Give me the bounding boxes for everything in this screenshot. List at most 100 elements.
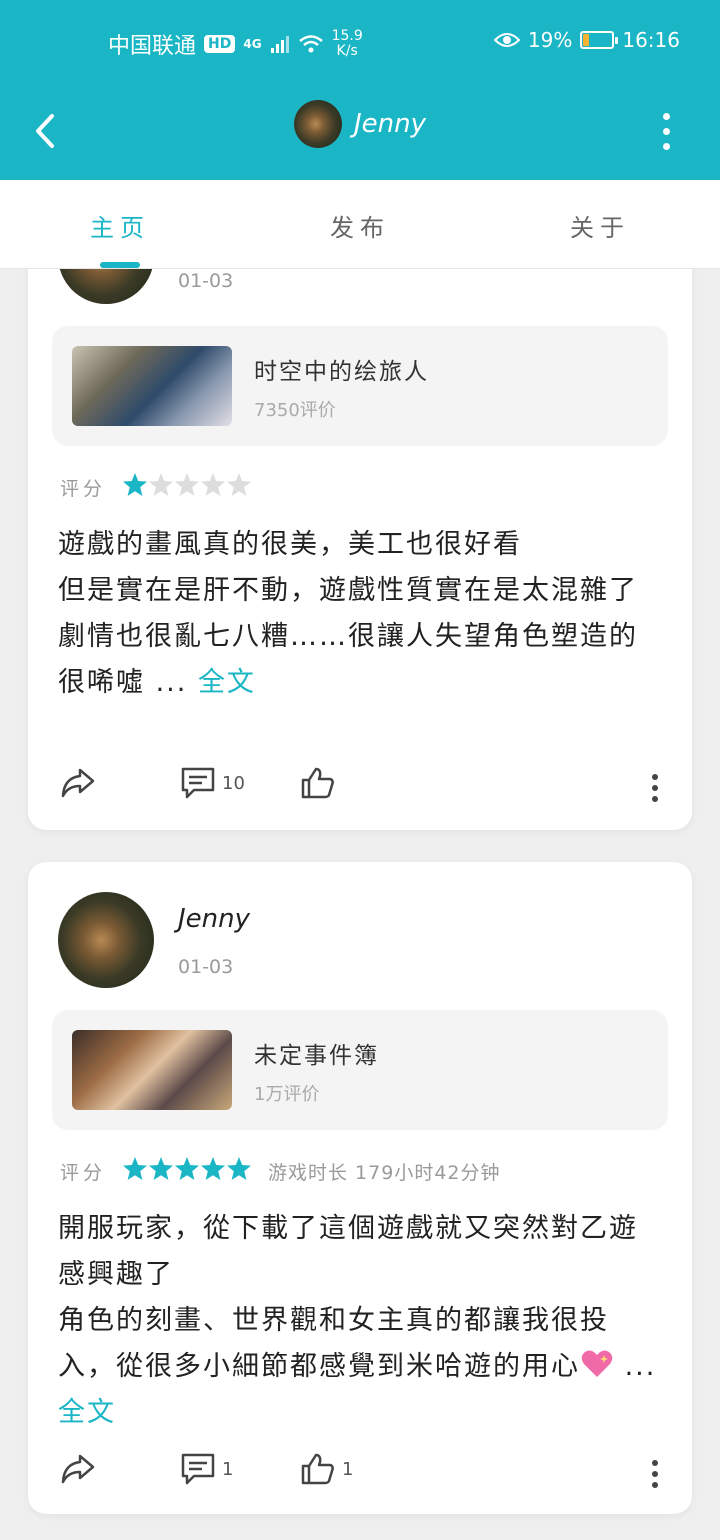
clock: 16:16 (622, 28, 680, 52)
rating-row: 评分 游戏时长 179小时42分钟 (60, 1156, 501, 1187)
review-line-last: 劇情也很亂七八糟……很讓人失望角色塑造的很唏噓 ... 全文 (58, 614, 658, 706)
post-more-button[interactable] (652, 1460, 658, 1488)
dot (652, 785, 658, 791)
status-left: 中国联通 HD 4G 15.9 K/s (108, 28, 363, 60)
signal-icon (270, 36, 289, 53)
profile-tabs: 主页 发布 关于 (0, 180, 720, 269)
tab-posts[interactable]: 发布 (290, 208, 430, 243)
star-filled-icon (123, 473, 148, 496)
star-rating (122, 1156, 252, 1187)
game-cover-image (72, 346, 232, 426)
author-avatar[interactable] (58, 892, 154, 988)
review-card[interactable]: Jenny 01-03 未定事件簿 1万评价 评分 游戏时长 179小时42分钟… (28, 862, 692, 1514)
review-line-text: 角色的刻畫、世界觀和女主真的都讓我很投入，從很多小細節都感覺到米哈遊的用心 (58, 1305, 609, 1382)
dot (652, 1482, 658, 1488)
comment-button[interactable]: 1 (180, 1452, 233, 1486)
share-icon (61, 768, 95, 798)
comment-icon (181, 767, 215, 799)
game-name: 时空中的绘旅人 (254, 359, 429, 385)
chevron-left-icon (36, 114, 54, 148)
review-line: 但是實在是肝不動，遊戲性質實在是太混雜了 (58, 575, 638, 606)
battery-percent: 19% (527, 28, 573, 52)
share-icon (61, 1454, 95, 1484)
dot (652, 796, 658, 802)
game-link[interactable]: 时空中的绘旅人 7350评价 (52, 326, 668, 446)
active-tab-indicator (100, 262, 140, 268)
post-date: 01-03 (178, 956, 234, 978)
status-right: 19% 16:16 (493, 28, 680, 52)
wifi-icon (298, 35, 323, 53)
status-bar: 中国联通 HD 4G 15.9 K/s 19% 16:16 (0, 0, 720, 84)
page-title: Jenny (354, 109, 427, 139)
dot (662, 112, 670, 120)
profile-header[interactable]: Jenny (294, 100, 426, 148)
like-button[interactable]: 1 (300, 1452, 353, 1486)
playtime: 游戏时长 179小时42分钟 (268, 1162, 501, 1184)
read-more-link[interactable]: 全文 (58, 1397, 116, 1428)
dot (652, 774, 658, 780)
network-type: 4G (243, 37, 262, 51)
comment-count: 1 (222, 1458, 234, 1480)
comment-button[interactable]: 10 (180, 766, 245, 800)
game-review-count: 1万评价 (254, 1084, 320, 1105)
review-text[interactable]: 遊戲的畫風真的很美，美工也很好看 但是實在是肝不動，遊戲性質實在是太混雜了 劇情… (58, 522, 658, 706)
review-card[interactable]: 01-03 时空中的绘旅人 7350评价 评分 遊戲的畫風真的很美，美工也很好看… (28, 208, 692, 830)
tab-about[interactable]: 关于 (530, 208, 670, 243)
battery-icon (580, 31, 619, 49)
review-line-text: 劇情也很亂七八糟……很讓人失望角色塑造的很唏噓 (58, 621, 638, 698)
read-more-link[interactable]: 全文 (198, 667, 256, 698)
post-actions: 1 1 (28, 1452, 692, 1502)
ellipsis: ... (624, 1351, 657, 1382)
star-filled-icon (175, 1157, 200, 1180)
share-button[interactable] (60, 766, 96, 800)
thumbs-up-icon (301, 767, 334, 799)
speed-unit: K/s (336, 43, 358, 59)
like-button[interactable] (300, 766, 342, 800)
star-filled-icon (227, 1157, 252, 1180)
battery-fill (583, 34, 589, 46)
author-name[interactable]: Jenny (178, 904, 250, 934)
post-actions: 10 (28, 766, 692, 816)
post-more-button[interactable] (652, 774, 658, 802)
comment-icon (181, 1453, 215, 1485)
thumbs-up-icon (301, 1453, 334, 1485)
back-button[interactable] (26, 106, 66, 156)
sparkling-heart-icon (581, 1350, 613, 1377)
avatar (294, 100, 342, 148)
rating-row: 评分 (60, 472, 252, 503)
star-empty-icon (175, 473, 200, 496)
dot (662, 142, 670, 150)
hd-badge: HD (204, 35, 236, 53)
review-line-last: 角色的刻畫、世界觀和女主真的都讓我很投入，從很多小細節都感覺到米哈遊的用心 ..… (58, 1298, 658, 1436)
review-line: 遊戲的畫風真的很美，美工也很好看 (58, 529, 522, 560)
dot (652, 1460, 658, 1466)
game-link[interactable]: 未定事件簿 1万评价 (52, 1010, 668, 1130)
post-date: 01-03 (178, 270, 234, 292)
tab-home[interactable]: 主页 (50, 208, 190, 243)
carrier-label: 中国联通 (108, 34, 197, 59)
star-filled-icon (123, 1157, 148, 1180)
game-review-count: 7350评价 (254, 400, 336, 421)
top-navbar: Jenny (0, 84, 720, 180)
dot (662, 127, 670, 135)
like-count: 1 (342, 1458, 354, 1480)
comment-count: 10 (222, 772, 245, 794)
dot (652, 1471, 658, 1477)
ellipsis: ... (155, 667, 188, 698)
game-name: 未定事件簿 (254, 1043, 379, 1069)
review-text[interactable]: 開服玩家，從下載了這個遊戲就又突然對乙遊感興趣了 角色的刻畫、世界觀和女主真的都… (58, 1206, 658, 1436)
game-cover-image (72, 1030, 232, 1110)
more-menu-button[interactable] (654, 106, 678, 156)
star-filled-icon (149, 1157, 174, 1180)
star-empty-icon (201, 473, 226, 496)
network-speed: 15.9 K/s (332, 29, 363, 59)
star-empty-icon (149, 473, 174, 496)
star-filled-icon (201, 1157, 226, 1180)
share-button[interactable] (60, 1452, 96, 1486)
rating-label: 评分 (60, 1162, 107, 1184)
rating-label: 评分 (60, 478, 107, 500)
review-line: 開服玩家，從下載了這個遊戲就又突然對乙遊感興趣了 (58, 1213, 638, 1290)
eye-comfort-icon (493, 33, 520, 47)
star-empty-icon (227, 473, 252, 496)
star-rating (122, 472, 252, 503)
